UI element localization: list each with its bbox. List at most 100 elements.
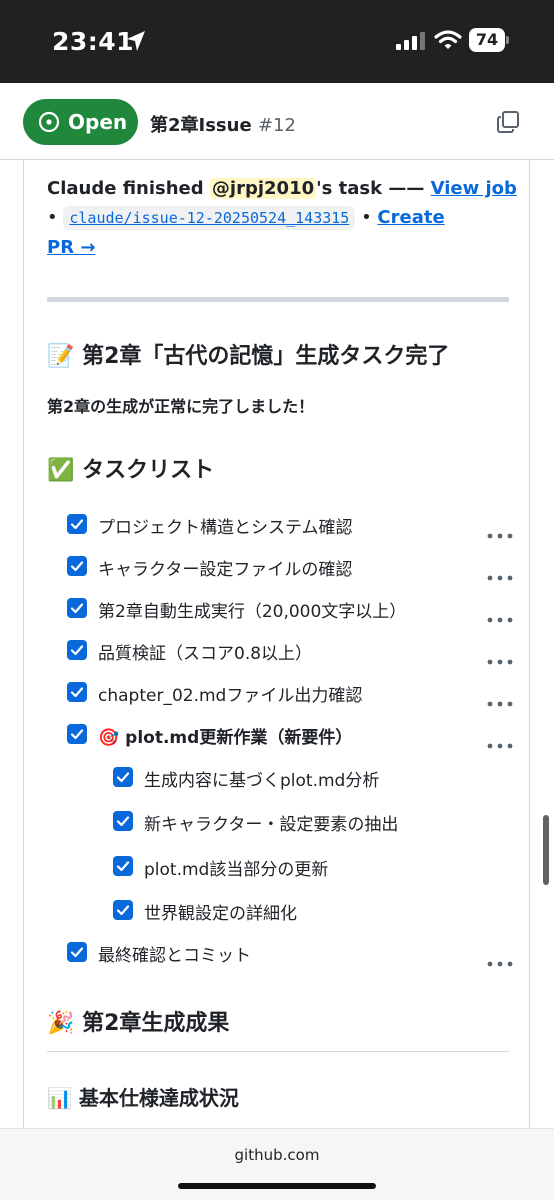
task-item: 新キャラクター・設定要素の抽出 [47, 809, 509, 839]
task-item: 最終確認とコミット [47, 940, 513, 970]
task-checkbox[interactable] [67, 682, 87, 702]
create-pr-link[interactable]: Create [377, 207, 444, 228]
task-item: 品質検証（スコア0.8以上） [47, 638, 513, 668]
task-label: 第2章自動生成実行（20,000文字以上） [98, 602, 407, 622]
heading-task-complete: 📝 第2章「古代の記憶」生成タスク完了 [47, 338, 449, 370]
user-mention[interactable]: @jrpj2010 [209, 178, 317, 199]
job-status-line: Claude finished @jrpj2010's task —— View… [47, 178, 517, 199]
task-item: plot.md該当部分の更新 [47, 854, 509, 884]
status-bar: 23:41 74 [0, 0, 554, 83]
task-item: キャラクター設定ファイルの確認 [47, 554, 513, 584]
task-label-wrap: プロジェクト構造とシステム確認 [98, 513, 353, 538]
scrollbar-thumb[interactable] [543, 815, 549, 885]
task-label-wrap: 🎯 plot.md更新作業（新要件） [98, 723, 352, 748]
task-checkbox[interactable] [67, 942, 87, 962]
heading-task-complete-text: 第2章「古代の記憶」生成タスク完了 [82, 344, 450, 369]
view-job-link[interactable]: View job [431, 178, 517, 199]
party-popper-icon: 🎉 [47, 1011, 75, 1036]
task-checkbox[interactable] [67, 724, 87, 744]
task-label: 最終確認とコミット [98, 946, 251, 966]
task-item: 第2章自動生成実行（20,000文字以上） [47, 596, 513, 626]
task-options-icon[interactable] [487, 524, 513, 539]
issue-state-badge: Open [23, 99, 138, 145]
task-item: プロジェクト構造とシステム確認 [47, 512, 513, 542]
task-label-wrap: 新キャラクター・設定要素の抽出 [144, 810, 398, 835]
battery-indicator: 74 [469, 28, 509, 52]
task-options-icon[interactable] [487, 692, 513, 707]
issue-title: 第2章Issue #12 [150, 111, 296, 137]
task-label-wrap: 生成内容に基づくplot.md分析 [144, 766, 379, 791]
task-options-icon[interactable] [487, 608, 513, 623]
status-time: 23:41 [52, 27, 135, 56]
task-checkbox[interactable] [67, 556, 87, 576]
task-label: chapter_02.mdファイル出力確認 [98, 686, 363, 706]
task-label: 生成内容に基づくplot.md分析 [144, 771, 380, 791]
heading-spec-text: 基本仕様達成状況 [78, 1086, 239, 1110]
issue-title-text: 第2章Issue [150, 115, 252, 136]
battery-tip [506, 36, 509, 44]
task-checkbox[interactable] [67, 598, 87, 618]
task-checkbox[interactable] [113, 811, 133, 831]
task-label-wrap: chapter_02.mdファイル出力確認 [98, 681, 362, 706]
branch-link[interactable]: claude/issue-12-20250524_143315 [63, 206, 356, 230]
task-label: 新キャラクター・設定要素の抽出 [144, 815, 399, 835]
heading-results-text: 第2章生成成果 [82, 1011, 230, 1036]
task-checkbox[interactable] [113, 856, 133, 876]
task-label: plot.md更新作業（新要件） [125, 728, 353, 748]
task-label-wrap: 品質検証（スコア0.8以上） [98, 639, 312, 664]
task-label: 世界観設定の詳細化 [144, 904, 297, 924]
browser-url-bar[interactable]: github.com [0, 1128, 554, 1200]
task-item: chapter_02.mdファイル出力確認 [47, 680, 513, 710]
task-label: plot.md該当部分の更新 [144, 860, 329, 880]
target-icon: 🎯 [98, 728, 120, 748]
task-options-icon[interactable] [487, 566, 513, 581]
success-message: 第2章の生成が正常に完了しました！ [47, 397, 315, 416]
branch-line: • claude/issue-12-20250524_143315 • Crea… [47, 206, 445, 230]
heading-results: 🎉 第2章生成成果 [47, 1005, 229, 1037]
copy-icon[interactable] [496, 110, 520, 134]
heading-task-list-text: タスクリスト [82, 458, 215, 483]
issue-open-icon [38, 111, 60, 133]
memo-icon: 📝 [47, 344, 75, 369]
task-label: 品質検証（スコア0.8以上） [98, 644, 313, 664]
task-label: キャラクター設定ファイルの確認 [98, 560, 353, 580]
issue-state-label: Open [68, 110, 128, 134]
task-label: プロジェクト構造とシステム確認 [98, 518, 353, 538]
create-pr-line-wrap: PR → [47, 237, 95, 258]
task-options-icon[interactable] [487, 734, 513, 749]
task-item: 生成内容に基づくplot.md分析 [47, 765, 509, 795]
task-checkbox[interactable] [67, 514, 87, 534]
heading-underline [47, 1051, 509, 1052]
bullet: • [47, 207, 58, 228]
issue-number: #12 [257, 115, 296, 136]
divider [47, 297, 509, 302]
heading-spec: 📊 基本仕様達成状況 [47, 1082, 239, 1111]
task-label-wrap: plot.md該当部分の更新 [144, 855, 328, 880]
task-label-wrap: 世界観設定の詳細化 [144, 899, 297, 924]
task-checkbox[interactable] [113, 900, 133, 920]
wifi-icon [434, 30, 462, 49]
issue-header: Open 第2章Issue #12 [0, 83, 554, 160]
create-pr-link-cont[interactable]: PR → [47, 237, 95, 258]
home-indicator[interactable] [178, 1183, 376, 1189]
task-checkbox[interactable] [113, 767, 133, 787]
heading-task-list: ✅ タスクリスト [47, 452, 214, 484]
task-label-wrap: 第2章自動生成実行（20,000文字以上） [98, 597, 406, 622]
location-arrow-icon [127, 31, 145, 51]
cellular-signal-icon [396, 32, 425, 50]
task-options-icon[interactable] [487, 650, 513, 665]
task-label-wrap: 最終確認とコミット [98, 941, 251, 966]
task-options-icon[interactable] [487, 952, 513, 967]
check-mark-icon: ✅ [47, 458, 75, 483]
bar-chart-icon: 📊 [47, 1086, 72, 1110]
battery-level: 74 [469, 28, 505, 52]
task-checkbox[interactable] [67, 640, 87, 660]
task-item: 🎯 plot.md更新作業（新要件） [47, 722, 513, 752]
finished-text: finished [116, 178, 210, 199]
task-item: 世界観設定の詳細化 [47, 898, 509, 928]
url-text[interactable]: github.com [0, 1146, 554, 1164]
comment-body: Claude finished @jrpj2010's task —— View… [23, 160, 530, 1128]
comment-author: Claude [47, 178, 117, 199]
bullet: • [361, 207, 372, 228]
task-label-wrap: キャラクター設定ファイルの確認 [98, 555, 352, 580]
